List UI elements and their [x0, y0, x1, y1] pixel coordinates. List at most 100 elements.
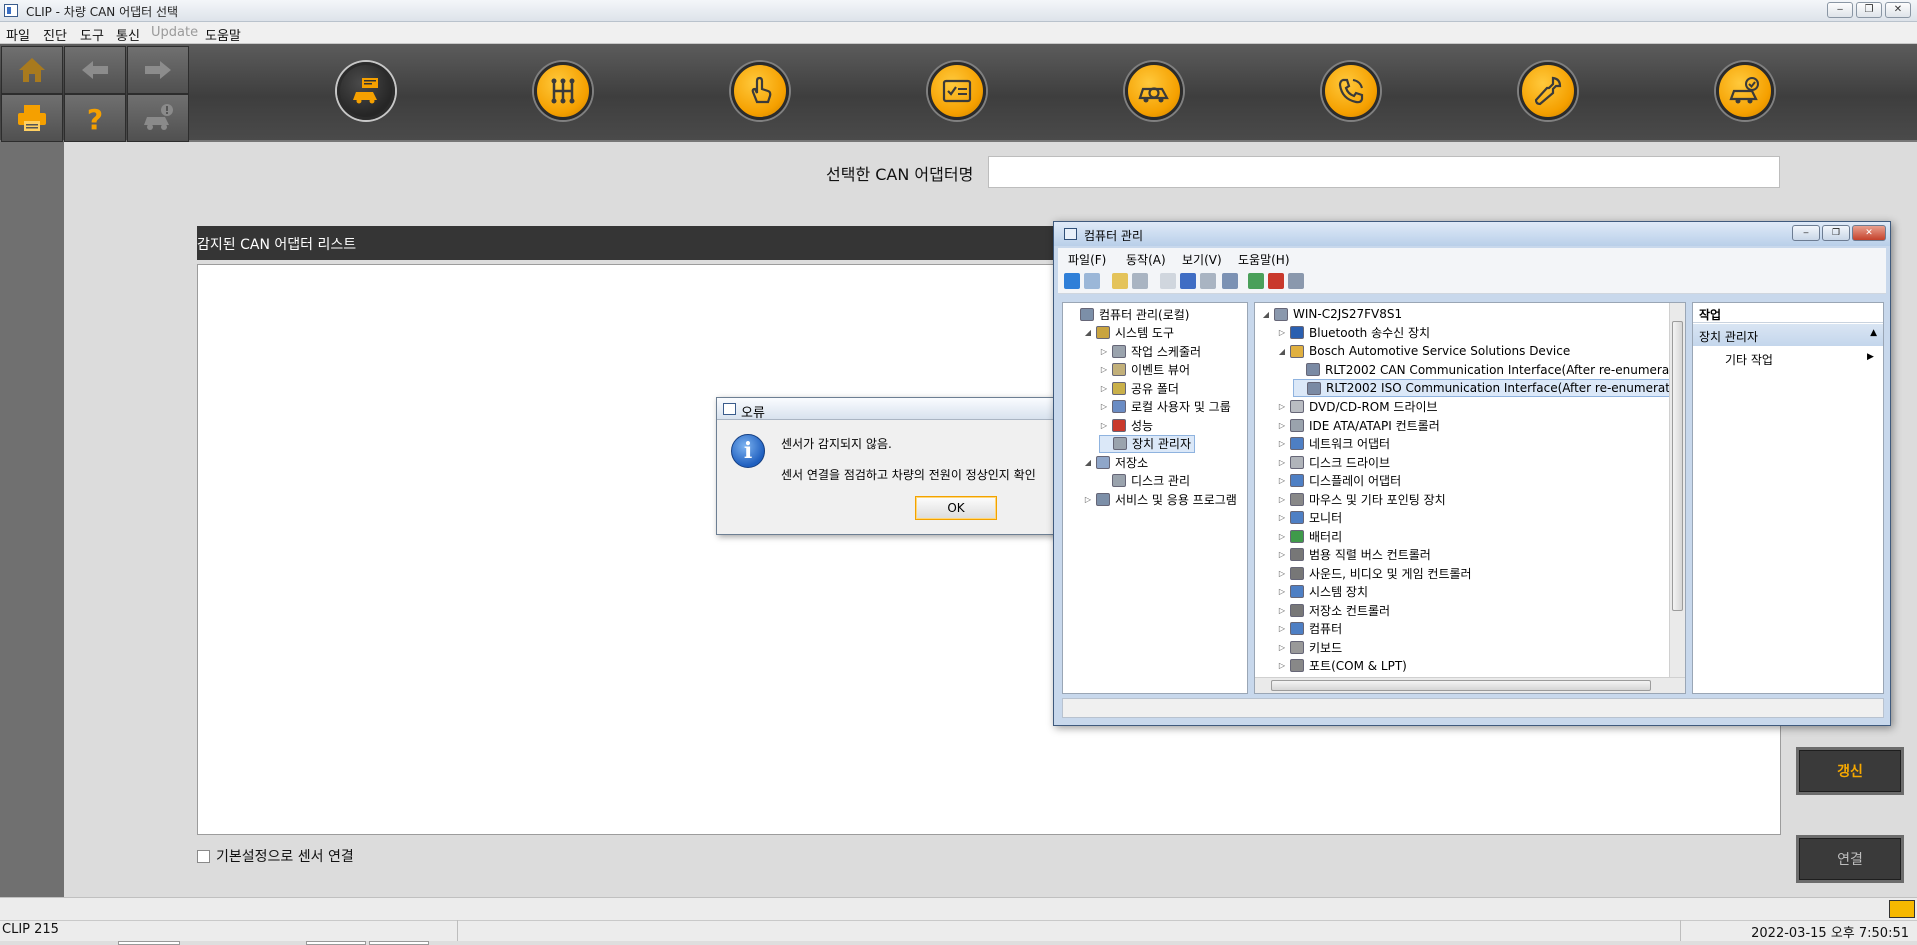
- expander-icon[interactable]: ▷: [1277, 402, 1287, 411]
- more-actions-item[interactable]: 기타 작업: [1725, 351, 1773, 368]
- scroll-thumb[interactable]: [1271, 680, 1651, 691]
- expander-icon[interactable]: ▷: [1099, 365, 1109, 374]
- device-item[interactable]: ▷ 시스템 장치: [1277, 583, 1368, 601]
- menu-tools[interactable]: 도구: [80, 25, 104, 44]
- show-action-pane-icon[interactable]: [1200, 273, 1216, 289]
- minimize-button[interactable]: ‒: [1827, 2, 1853, 18]
- selected-can-field[interactable]: [988, 156, 1780, 188]
- cm-maximize-button[interactable]: ❐: [1822, 225, 1850, 241]
- forward-icon[interactable]: [1084, 273, 1100, 289]
- device-item[interactable]: ▷ 사운드, 비디오 및 게임 컨트롤러: [1277, 564, 1472, 582]
- expander-icon[interactable]: ▷: [1277, 513, 1287, 522]
- expander-icon[interactable]: ▷: [1277, 458, 1287, 467]
- collapse-icon[interactable]: ▲: [1870, 328, 1877, 338]
- expander-icon[interactable]: ▷: [1277, 606, 1287, 615]
- expander-icon[interactable]: ▷: [1083, 495, 1093, 504]
- tree-item[interactable]: 장치 관리자: [1099, 434, 1196, 453]
- connect-button[interactable]: 연결: [1796, 835, 1904, 883]
- device-item[interactable]: ▷ 디스크 드라이브: [1277, 453, 1390, 471]
- expander-icon[interactable]: ▷: [1277, 495, 1287, 504]
- touch-button[interactable]: [731, 62, 789, 120]
- cm-menu-file[interactable]: 파일(F): [1068, 251, 1106, 268]
- properties-icon[interactable]: [1160, 273, 1176, 289]
- back-button[interactable]: [64, 46, 126, 94]
- device-item[interactable]: ▷ IDE ATA/ATAPI 컨트롤러: [1277, 416, 1440, 434]
- ok-button[interactable]: OK: [915, 496, 997, 520]
- expander-icon[interactable]: ▷: [1277, 421, 1287, 430]
- expander-icon[interactable]: ▷: [1277, 328, 1287, 337]
- taskbar-tab[interactable]: [369, 941, 429, 945]
- default-connect-option[interactable]: 기본설정으로 센서 연결: [197, 846, 354, 866]
- forward-button[interactable]: [127, 46, 189, 94]
- expander-icon[interactable]: ▷: [1277, 550, 1287, 559]
- tree-item[interactable]: ◢ 시스템 도구: [1083, 324, 1174, 342]
- car-settings-button[interactable]: [1125, 62, 1183, 120]
- tree-item[interactable]: ▷ 작업 스케줄러: [1099, 342, 1201, 360]
- device-item[interactable]: ▷ 포트(COM & LPT): [1277, 657, 1407, 675]
- taskbar-tab[interactable]: [118, 941, 180, 945]
- help-icon[interactable]: [1180, 273, 1196, 289]
- tree-item[interactable]: ◢ 저장소: [1083, 453, 1148, 471]
- wrench-button[interactable]: [1519, 62, 1577, 120]
- car-check-button[interactable]: [1716, 62, 1774, 120]
- expander-icon[interactable]: ▷: [1277, 643, 1287, 652]
- expander-icon[interactable]: ▷: [1099, 347, 1109, 356]
- cm-tree-pane[interactable]: 컴퓨터 관리(로컬) ◢ 시스템 도구 ▷ 작업 스케줄러 ▷ 이벤트 뷰어 ▷ 공유 폴더 ▷ 로…: [1062, 302, 1248, 694]
- vehicle-alert-button[interactable]: [127, 94, 189, 142]
- back-icon[interactable]: [1064, 273, 1080, 289]
- tree-item[interactable]: ▷ 공유 폴더: [1099, 379, 1179, 397]
- menu-communication[interactable]: 통신: [116, 25, 140, 44]
- cm-menu-view[interactable]: 보기(V): [1182, 251, 1222, 268]
- uninstall-icon[interactable]: [1268, 273, 1284, 289]
- expander-icon[interactable]: ▷: [1277, 587, 1287, 596]
- device-vertical-scrollbar[interactable]: [1669, 303, 1685, 677]
- device-item[interactable]: ▷ 키보드: [1277, 638, 1342, 656]
- expander-icon[interactable]: ▷: [1277, 476, 1287, 485]
- expander-icon[interactable]: ▷: [1099, 384, 1109, 393]
- device-item[interactable]: ▷ 저장소 컨트롤러: [1277, 601, 1390, 619]
- close-button[interactable]: ✕: [1885, 2, 1911, 18]
- device-item[interactable]: RLT2002 ISO Communication Interface(Afte…: [1293, 379, 1685, 397]
- device-item[interactable]: ▷ 네트워크 어댑터: [1277, 435, 1390, 453]
- gearbox-button[interactable]: [534, 62, 592, 120]
- actions-section-device-manager[interactable]: 장치 관리자 ▲: [1693, 324, 1883, 346]
- car-adapter-button[interactable]: [337, 62, 395, 120]
- expander-icon[interactable]: ▷: [1277, 569, 1287, 578]
- refresh-button[interactable]: 갱신: [1796, 747, 1904, 795]
- phone-support-button[interactable]: [1322, 62, 1380, 120]
- device-item[interactable]: RLT2002 CAN Communication Interface(Afte…: [1293, 361, 1685, 379]
- device-tree-pane[interactable]: ◢ WIN-C2JS27FV8S1 ▷ Bluetooth 송수신 장치 ◢ Bosch …: [1254, 302, 1686, 694]
- device-item[interactable]: ◢ Bosch Automotive Service Solutions Devi…: [1277, 342, 1570, 360]
- device-horizontal-scrollbar[interactable]: [1255, 677, 1685, 693]
- device-item[interactable]: ▷ 마우스 및 기타 포인팅 장치: [1277, 490, 1446, 508]
- up-folder-icon[interactable]: [1112, 273, 1128, 289]
- cm-menu-action[interactable]: 동작(A): [1126, 251, 1166, 268]
- expander-icon[interactable]: ▷: [1099, 421, 1109, 430]
- device-item[interactable]: ▷ 모니터: [1277, 509, 1342, 527]
- camera-icon[interactable]: [1889, 900, 1915, 918]
- menu-file[interactable]: 파일: [6, 25, 30, 44]
- checklist-button[interactable]: [928, 62, 986, 120]
- device-item[interactable]: ▷ 배터리: [1277, 527, 1342, 545]
- cm-menu-help[interactable]: 도움말(H): [1238, 251, 1290, 268]
- device-item[interactable]: ▷ DVD/CD-ROM 드라이브: [1277, 398, 1438, 416]
- restore-button[interactable]: ❐: [1856, 2, 1882, 18]
- expander-icon[interactable]: ◢: [1083, 458, 1093, 467]
- tree-item[interactable]: 컴퓨터 관리(로컬): [1067, 305, 1189, 323]
- show-hide-tree-icon[interactable]: [1132, 273, 1148, 289]
- tree-item[interactable]: ▷ 서비스 및 응용 프로그램: [1083, 490, 1237, 508]
- menu-help[interactable]: 도움말: [205, 25, 241, 44]
- help-button[interactable]: ?: [64, 94, 126, 142]
- tree-item[interactable]: ▷ 로컬 사용자 및 그룹: [1099, 398, 1231, 416]
- expander-icon[interactable]: ▷: [1277, 532, 1287, 541]
- menu-update[interactable]: Update: [151, 25, 198, 40]
- tree-item[interactable]: ▷ 성능: [1099, 416, 1153, 434]
- update-driver-icon[interactable]: [1248, 273, 1264, 289]
- expander-icon[interactable]: ▷: [1099, 402, 1109, 411]
- device-item[interactable]: ▷ 범용 직렬 버스 컨트롤러: [1277, 546, 1431, 564]
- expander-icon[interactable]: ◢: [1083, 328, 1093, 337]
- device-item[interactable]: ▷ Bluetooth 송수신 장치: [1277, 324, 1430, 342]
- enable-device-icon[interactable]: [1288, 273, 1304, 289]
- tree-item[interactable]: ▷ 이벤트 뷰어: [1099, 361, 1190, 379]
- default-connect-checkbox[interactable]: [197, 849, 210, 863]
